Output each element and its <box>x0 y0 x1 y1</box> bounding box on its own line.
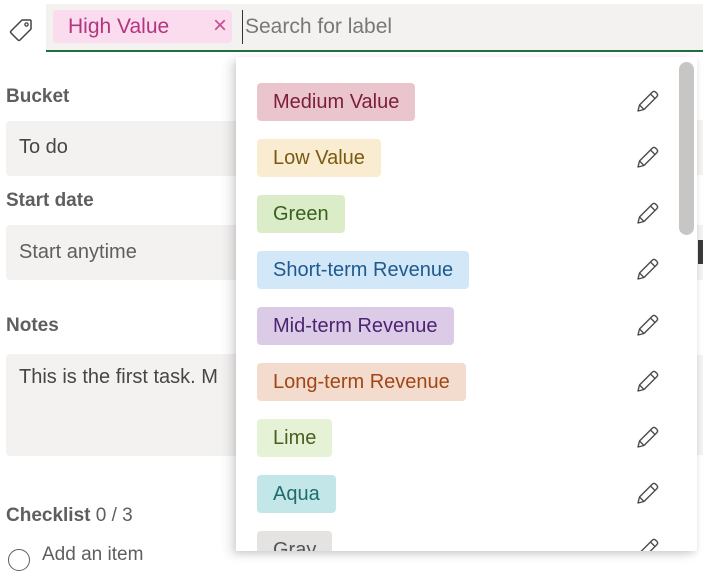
pencil-icon[interactable] <box>634 89 660 115</box>
label-option-chip[interactable]: Long-term Revenue <box>257 363 466 401</box>
pencil-icon[interactable] <box>634 201 660 227</box>
label-option[interactable]: Low Value <box>236 130 676 186</box>
label-picker[interactable]: High Value × <box>46 4 703 52</box>
label-option[interactable]: Medium Value <box>236 74 676 130</box>
label-option[interactable]: Short-term Revenue <box>236 242 676 298</box>
label-row: High Value × <box>0 0 703 56</box>
notes-textarea[interactable]: This is the first task. M <box>6 354 246 456</box>
selected-label-name: High Value <box>68 14 170 38</box>
label-option[interactable]: Lime <box>236 410 676 466</box>
label-option-chip[interactable]: Lime <box>257 419 333 457</box>
label-option-chip[interactable]: Aqua <box>257 475 336 513</box>
label-option[interactable]: Mid-term Revenue <box>236 298 676 354</box>
start-date-label: Start date <box>6 190 94 211</box>
checklist-count: 0 / 3 <box>95 505 133 526</box>
checklist-label: Checklist <box>6 505 91 526</box>
pencil-icon[interactable] <box>634 369 660 395</box>
bucket-dropdown[interactable]: To do <box>6 121 246 176</box>
label-option-chip[interactable]: Green <box>257 195 345 233</box>
label-option-chip[interactable]: Short-term Revenue <box>257 251 470 289</box>
remove-label-button[interactable]: × <box>209 12 231 40</box>
label-option-chip[interactable]: Mid-term Revenue <box>257 307 454 345</box>
label-option[interactable]: Gray <box>236 522 676 551</box>
pencil-icon[interactable] <box>634 257 660 283</box>
label-option-chip[interactable]: Medium Value <box>257 83 416 121</box>
label-option[interactable]: Aqua <box>236 466 676 522</box>
pencil-icon[interactable] <box>634 537 660 551</box>
background-control <box>698 240 703 264</box>
checklist-header: Checklist 0 / 3 <box>6 505 133 527</box>
label-option-chip[interactable]: Low Value <box>257 139 381 177</box>
label-option[interactable]: Long-term Revenue <box>236 354 676 410</box>
tag-icon <box>9 19 32 42</box>
selected-label-chip: High Value × <box>53 10 232 43</box>
checklist-item-checkbox[interactable] <box>8 549 30 571</box>
label-dropdown: Gray Aqua Lime Long-term Revenue Mid-term Re… <box>236 57 697 551</box>
label-option-chip[interactable]: Gray <box>257 531 333 551</box>
start-date-field[interactable]: Start anytime <box>6 225 246 280</box>
add-checklist-item-input[interactable]: Add an item <box>42 544 143 566</box>
pencil-icon[interactable] <box>634 145 660 171</box>
scrollbar-thumb[interactable] <box>679 62 694 235</box>
pencil-icon[interactable] <box>634 313 660 339</box>
notes-label: Notes <box>6 315 59 336</box>
label-option[interactable]: Green <box>236 186 676 242</box>
bucket-label: Bucket <box>6 86 70 107</box>
pencil-icon[interactable] <box>634 481 660 507</box>
label-search-input[interactable] <box>242 10 685 44</box>
pencil-icon[interactable] <box>634 425 660 451</box>
